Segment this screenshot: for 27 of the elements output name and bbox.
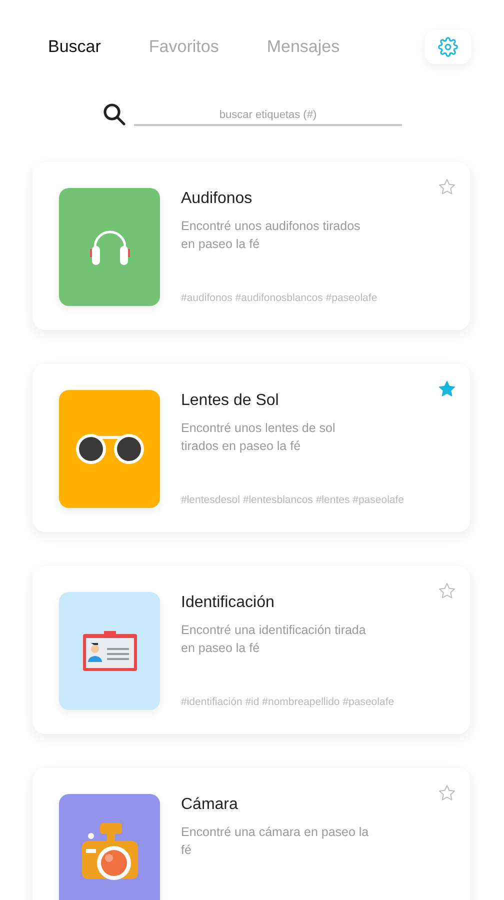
item-tags: #lentesdesol #lentesblancos #lentes #paseolafe [181,494,450,506]
item-title: Lentes de Sol [181,392,280,410]
settings-icon [438,37,458,57]
item-card[interactable]: Audifonos Encontré unos audifonos tirados en paseo la fé #audifonos #audifonosblancos #paseolafe [33,162,470,330]
item-description: Encontré una cámara en paseo la fé [181,824,370,859]
sunglasses-icon [74,433,144,465]
item-card[interactable]: Cámara Encontré una cámara en paseo la fé [33,768,470,900]
search-icon [102,102,126,126]
item-card[interactable]: Lentes de Sol Encontré unos lentes de sol tirados en paseo la fé #lentesdesol #lentesblancos #lentes #paseolafe [33,364,470,532]
camera-icon [82,823,138,883]
item-title: Identificación [181,594,276,612]
search-field[interactable]: buscar etiquetas (#) [134,109,402,126]
id-card-icon [82,631,136,671]
item-title: Audifonos [181,190,254,208]
item-description: Encontré unos lentes de sol tirados en paseo la fé [181,420,336,455]
item-title: Cámara [181,796,239,814]
item-tags: #audifonos #audifonosblancos #paseolafe [181,292,450,304]
favorite-star-button[interactable] [438,784,456,802]
item-tags: #identifiación #id #nombreapellido #paseolafe [181,696,450,708]
favorite-star-button[interactable] [438,582,456,600]
favorite-star-button[interactable] [438,380,456,398]
favorite-star-button[interactable] [438,178,456,196]
tab[interactable]: Buscar [48,37,101,57]
settings-button[interactable] [425,30,471,64]
item-card[interactable]: Identificación Encontré una identificación tirada en paseo la fé #identifiación #id #nombreapellido #paseolafe [33,566,470,734]
item-description: Encontré unos audifonos tirados en paseo la fé [181,218,362,253]
item-description: Encontré una identificación tirada en paseo la fé [181,622,367,657]
